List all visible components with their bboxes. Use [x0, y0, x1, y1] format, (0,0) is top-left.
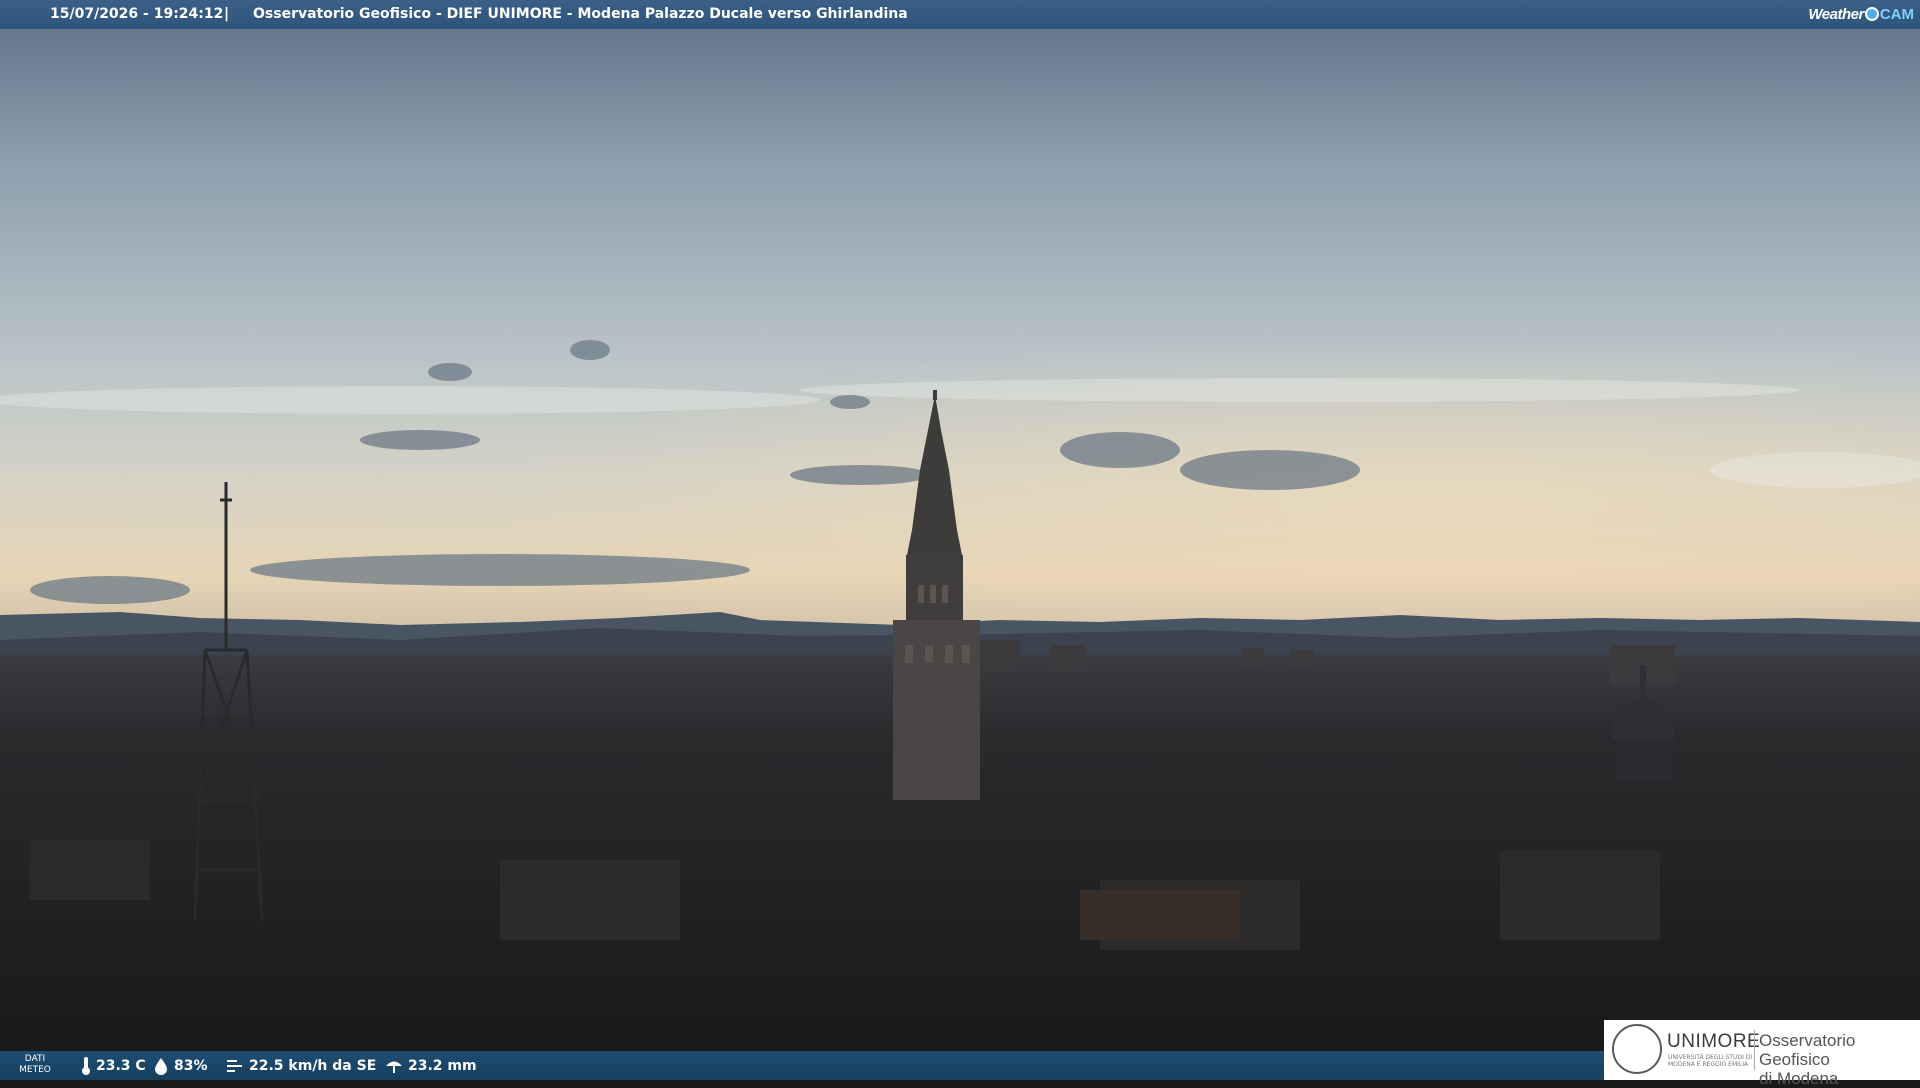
- rain-icon: [386, 1061, 402, 1073]
- header-separator: |: [224, 6, 230, 22]
- brand-weather-text: Weather: [1808, 5, 1864, 23]
- weathercam-logo: Weather CAM: [1808, 3, 1914, 25]
- university-seal-icon: [1612, 1024, 1662, 1074]
- top-info-bar: 15/07/2026 - 19:24:12 | Osservatorio Geo…: [0, 0, 1920, 29]
- camera-title: Osservatorio Geofisico - DIEF UNIMORE - …: [253, 6, 908, 22]
- webcam-scene: [0, 0, 1920, 1080]
- brand-cam-text: CAM: [1879, 5, 1914, 23]
- wind-reading: 22.5 km/h da SE: [225, 1051, 376, 1080]
- wind-icon: [227, 1059, 242, 1072]
- rain-reading: 23.2 mm: [384, 1051, 477, 1080]
- humidity-icon: [155, 1057, 167, 1075]
- observatory-name: Osservatorio Geofisico di Modena: [1759, 1031, 1856, 1088]
- logo-divider: [1754, 1030, 1755, 1070]
- weather-data-bar: DATI METEO 23.3 C 83% 22.5 km/h da SE 23…: [0, 1051, 1604, 1080]
- university-name: UNIMORE: [1667, 1031, 1761, 1052]
- weather-data-label: DATI METEO: [19, 1054, 51, 1075]
- humidity-reading: 83%: [152, 1051, 208, 1080]
- temperature-reading: 23.3 C: [80, 1051, 146, 1080]
- unimore-observatory-logo: UNIMORE UNIVERSITÀ DEGLI STUDI DI MODENA…: [1604, 1020, 1920, 1088]
- datetime-stamp: 15/07/2026 - 19:24:12: [50, 6, 224, 22]
- camera-lens-icon: [1864, 7, 1879, 21]
- university-subtitle: UNIVERSITÀ DEGLI STUDI DI MODENA E REGGI…: [1668, 1054, 1753, 1068]
- thermometer-icon: [82, 1056, 90, 1075]
